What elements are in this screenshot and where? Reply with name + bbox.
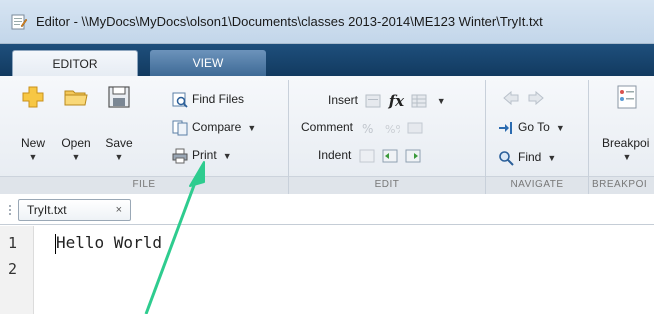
find-label: Find bbox=[518, 150, 542, 165]
find-files-label: Find Files bbox=[192, 92, 245, 107]
print-label: Print bbox=[192, 148, 217, 163]
save-label: Save bbox=[105, 136, 133, 150]
edit-group-label: EDIT bbox=[374, 179, 400, 190]
smart-indent-icon bbox=[359, 149, 375, 163]
fx-icon[interactable]: fx bbox=[389, 92, 404, 110]
editor-app-icon bbox=[11, 14, 28, 30]
open-button[interactable]: Open ▼ bbox=[55, 80, 97, 174]
breakpoints-group-label: BREAKPOI bbox=[592, 179, 648, 190]
comment-percent-icon: % bbox=[362, 122, 373, 135]
new-label: New bbox=[20, 136, 45, 150]
chevron-down-icon: ▼ bbox=[71, 152, 81, 162]
goto-arrow-icon bbox=[499, 122, 512, 134]
insert-table-icon bbox=[411, 94, 427, 108]
save-disk-icon bbox=[108, 86, 130, 108]
ribbon-toolbar: New ▼ Open ▼ Save ▼ Find Files Compare ▼ bbox=[0, 76, 654, 194]
goto-label: Go To bbox=[518, 120, 550, 135]
increase-indent-icon bbox=[405, 149, 421, 163]
compare-label: Compare bbox=[192, 120, 242, 135]
tab-view[interactable]: VIEW bbox=[150, 50, 266, 76]
new-plus-icon bbox=[22, 86, 44, 108]
indent-label: Indent bbox=[318, 148, 352, 162]
chevron-down-icon[interactable]: ▼ bbox=[556, 123, 565, 133]
close-icon[interactable]: × bbox=[116, 200, 122, 220]
insert-label: Insert bbox=[328, 93, 359, 108]
line-number-gutter: 1 2 bbox=[0, 226, 34, 314]
breakpoints-label: Breakpoi bbox=[602, 136, 650, 150]
grip-dots-icon[interactable] bbox=[8, 203, 12, 219]
chevron-down-icon[interactable]: ▼ bbox=[437, 96, 446, 106]
find-files-icon bbox=[172, 92, 188, 108]
back-arrow-icon[interactable] bbox=[502, 90, 520, 105]
chevron-down-icon[interactable]: ▼ bbox=[223, 151, 232, 161]
uncomment-icon: %% bbox=[385, 123, 400, 135]
line-number: 1 bbox=[8, 234, 18, 252]
code-editor[interactable]: 1 2 Hello World bbox=[0, 226, 654, 314]
magnifier-icon bbox=[499, 151, 514, 166]
tab-editor[interactable]: EDITOR bbox=[12, 50, 138, 76]
line-number: 2 bbox=[8, 260, 18, 278]
svg-text:%: % bbox=[362, 122, 373, 135]
back-forward-buttons[interactable] bbox=[498, 90, 545, 110]
new-button[interactable]: New ▼ bbox=[12, 80, 54, 174]
forward-arrow-icon[interactable] bbox=[527, 90, 545, 105]
folder-icon bbox=[64, 90, 88, 106]
insert-section-icon bbox=[365, 94, 381, 108]
find-files-button[interactable]: Find Files bbox=[172, 92, 244, 112]
compare-button[interactable]: Compare ▼ bbox=[172, 120, 256, 140]
find-button[interactable]: Find ▼ bbox=[498, 150, 556, 170]
ribbon-tab-strip: EDITOR VIEW bbox=[0, 44, 654, 76]
chevron-down-icon: ▼ bbox=[114, 152, 124, 162]
chevron-down-icon[interactable]: ▼ bbox=[547, 153, 556, 163]
indent-button[interactable]: Indent bbox=[318, 148, 421, 168]
code-line-1[interactable]: Hello World bbox=[56, 233, 162, 252]
compare-icon bbox=[172, 120, 188, 136]
chevron-down-icon: ▼ bbox=[622, 152, 632, 162]
decrease-indent-icon bbox=[382, 149, 398, 163]
wrap-comment-icon bbox=[407, 122, 423, 134]
window-title-bar: Editor - \\MyDocs\MyDocs\olson1\Document… bbox=[0, 0, 654, 44]
save-button[interactable]: Save ▼ bbox=[98, 80, 140, 174]
comment-button[interactable]: Comment % %% bbox=[301, 120, 423, 140]
insert-button[interactable]: Insert fx ▼ bbox=[328, 92, 446, 112]
chevron-down-icon: ▼ bbox=[28, 152, 38, 162]
chevron-down-icon[interactable]: ▼ bbox=[247, 123, 256, 133]
print-button[interactable]: Print ▼ bbox=[172, 148, 232, 168]
window-title: Editor - \\MyDocs\MyDocs\olson1\Document… bbox=[36, 14, 543, 29]
editor-document-tabs: TryIt.txt × bbox=[0, 195, 654, 225]
file-tab-tryit[interactable]: TryIt.txt × bbox=[18, 199, 131, 221]
printer-icon bbox=[172, 148, 188, 164]
navigate-group-label: NAVIGATE bbox=[510, 179, 564, 190]
goto-button[interactable]: Go To ▼ bbox=[498, 120, 565, 140]
svg-text:%%: %% bbox=[385, 123, 400, 135]
file-group-label: FILE bbox=[132, 179, 156, 190]
breakpoints-button[interactable]: Breakpoi ▼ bbox=[600, 80, 654, 174]
comment-label: Comment bbox=[301, 120, 354, 134]
open-label: Open bbox=[61, 136, 91, 150]
breakpoints-icon bbox=[617, 85, 637, 109]
file-tab-label: TryIt.txt bbox=[27, 203, 67, 217]
